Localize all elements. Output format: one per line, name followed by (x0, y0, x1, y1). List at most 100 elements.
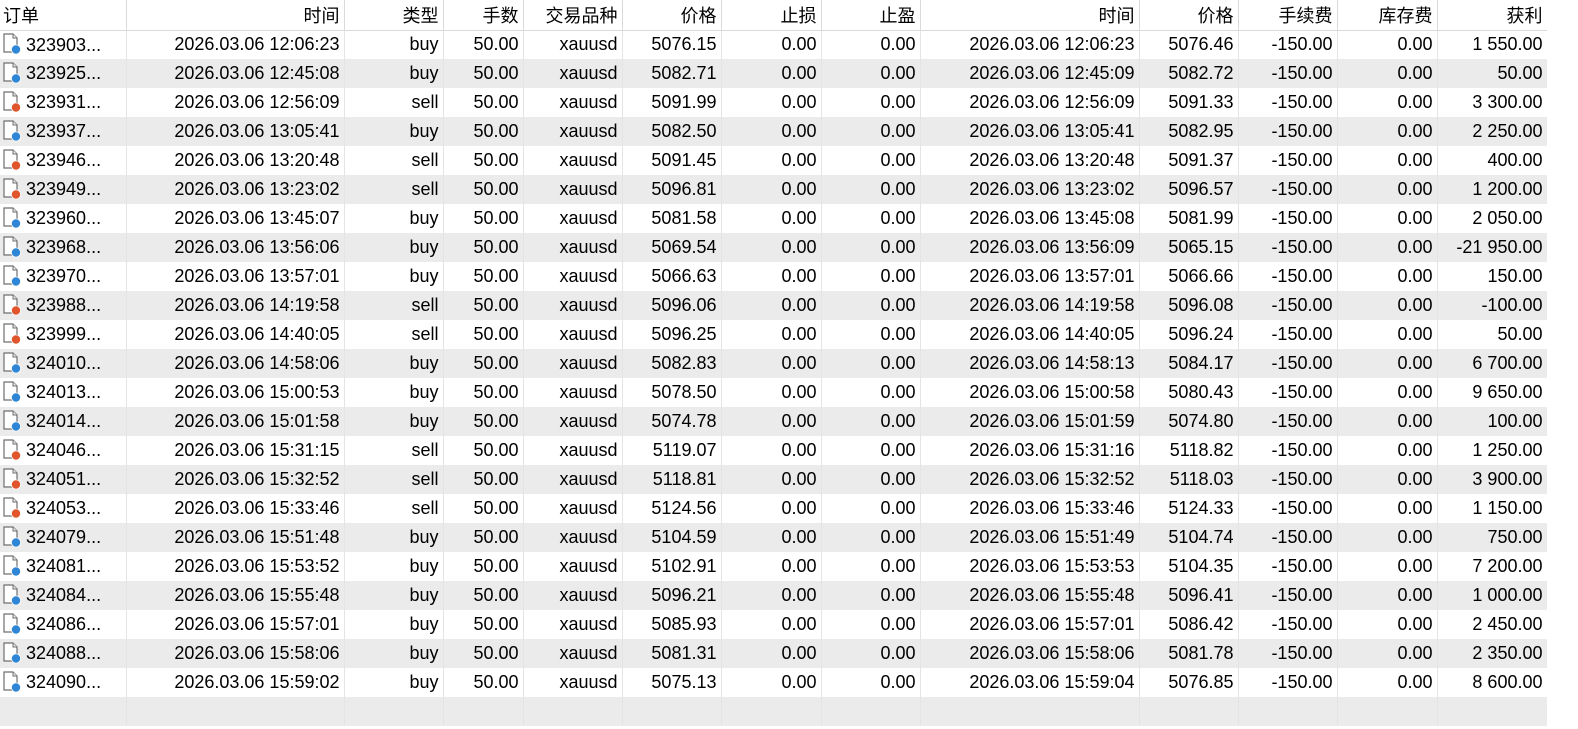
column-header-profit[interactable]: 获利 (1437, 0, 1548, 31)
table-row[interactable]: 324086... 2026.03.06 15:57:01 buy 50.00 xauu… (0, 610, 1548, 639)
stop-loss-cell: 0.00 (721, 523, 822, 552)
volume-cell: 50.00 (443, 552, 524, 581)
table-row[interactable]: 324013... 2026.03.06 15:00:53 buy 50.00 xauu… (0, 378, 1548, 407)
commission-cell: -150.00 (1238, 204, 1338, 233)
column-header-volume[interactable]: 手数 (443, 0, 524, 31)
type-cell: buy (344, 233, 444, 262)
open-price-cell: 5124.56 (622, 494, 722, 523)
type-cell: buy (344, 668, 444, 697)
open-price-cell: 5078.50 (622, 378, 722, 407)
column-header-type[interactable]: 类型 (344, 0, 444, 31)
table-row[interactable]: 324084... 2026.03.06 15:55:48 buy 50.00 xauu… (0, 581, 1548, 610)
stop-loss-cell: 0.00 (721, 291, 822, 320)
column-header-open-time[interactable]: 时间 (126, 0, 345, 31)
table-row[interactable]: 324081... 2026.03.06 15:53:52 buy 50.00 xauu… (0, 552, 1548, 581)
table-row[interactable]: 324051... 2026.03.06 15:32:52 sell 50.00 xau… (0, 465, 1548, 494)
ticket-cell: 323999... (0, 320, 127, 349)
stop-loss-cell: 0.00 (721, 88, 822, 117)
stop-loss-cell: 0.00 (721, 30, 822, 59)
type-cell: sell (344, 88, 444, 117)
ticket-number: 323946... (26, 150, 102, 171)
column-header-commission[interactable]: 手续费 (1238, 0, 1338, 31)
ticket-number: 323931... (26, 92, 102, 113)
table-row[interactable]: 324088... 2026.03.06 15:58:06 buy 50.00 xauu… (0, 639, 1548, 668)
ticket-number: 324014... (26, 411, 102, 432)
take-profit-cell: 0.00 (821, 117, 921, 146)
commission-cell: -150.00 (1238, 146, 1338, 175)
close-price-cell: 5124.33 (1139, 494, 1239, 523)
table-row[interactable]: 324090... 2026.03.06 15:59:02 buy 50.00 xauu… (0, 668, 1548, 697)
volume-cell: 50.00 (443, 30, 524, 59)
symbol-cell: xauusd (523, 378, 623, 407)
column-header-open-price[interactable]: 价格 (622, 0, 722, 31)
stop-loss-cell: 0.00 (721, 349, 822, 378)
ticket-number: 323999... (26, 324, 102, 345)
empty-cell (1238, 697, 1338, 726)
table-row[interactable]: 323903... 2026.03.06 12:06:23 buy 50.00 xauu… (0, 30, 1548, 59)
profit-cell: -21 950.00 (1437, 233, 1548, 262)
open-time-cell: 2026.03.06 15:58:06 (126, 639, 345, 668)
open-price-cell: 5074.78 (622, 407, 722, 436)
table-row[interactable]: 324014... 2026.03.06 15:01:58 buy 50.00 xauu… (0, 407, 1548, 436)
table-row[interactable]: 324079... 2026.03.06 15:51:48 buy 50.00 xauu… (0, 523, 1548, 552)
table-row[interactable]: 323999... 2026.03.06 14:40:05 sell 50.00 xau… (0, 320, 1548, 349)
table-row[interactable]: 323970... 2026.03.06 13:57:01 buy 50.00 xauu… (0, 262, 1548, 291)
open-price-cell: 5096.81 (622, 175, 722, 204)
swap-cell: 0.00 (1337, 523, 1438, 552)
column-header-take-profit[interactable]: 止盈 (821, 0, 921, 31)
empty-cell (1337, 697, 1438, 726)
commission-cell: -150.00 (1238, 523, 1338, 552)
table-row[interactable]: 323968... 2026.03.06 13:56:06 buy 50.00 xauu… (0, 233, 1548, 262)
open-time-cell: 2026.03.06 14:19:58 (126, 291, 345, 320)
symbol-cell: xauusd (523, 581, 623, 610)
ticket-number: 324079... (26, 527, 102, 548)
volume-cell: 50.00 (443, 378, 524, 407)
column-header-ticket[interactable]: 订单 (0, 0, 127, 31)
buy-order-icon (2, 236, 22, 258)
column-header-close-time[interactable]: 时间 (920, 0, 1140, 31)
symbol-cell: xauusd (523, 668, 623, 697)
open-price-cell: 5096.21 (622, 581, 722, 610)
open-time-cell: 2026.03.06 15:59:02 (126, 668, 345, 697)
table-row[interactable]: 324010... 2026.03.06 14:58:06 buy 50.00 xauu… (0, 349, 1548, 378)
open-price-cell: 5091.45 (622, 146, 722, 175)
column-header-close-price[interactable]: 价格 (1139, 0, 1239, 31)
type-cell: buy (344, 349, 444, 378)
close-price-cell: 5096.08 (1139, 291, 1239, 320)
table-row[interactable]: 323960... 2026.03.06 13:45:07 buy 50.00 xauu… (0, 204, 1548, 233)
close-time-cell: 2026.03.06 12:06:23 (920, 30, 1140, 59)
ticket-number: 324081... (26, 556, 102, 577)
table-row[interactable]: 324046... 2026.03.06 15:31:15 sell 50.00 xau… (0, 436, 1548, 465)
close-time-cell: 2026.03.06 15:57:01 (920, 610, 1140, 639)
close-time-cell: 2026.03.06 15:01:59 (920, 407, 1140, 436)
column-header-stop-loss[interactable]: 止损 (721, 0, 822, 31)
table-row[interactable]: 323931... 2026.03.06 12:56:09 sell 50.00 xau… (0, 88, 1548, 117)
ticket-number: 323968... (26, 237, 102, 258)
symbol-cell: xauusd (523, 349, 623, 378)
symbol-cell: xauusd (523, 436, 623, 465)
trade-history-table: 订单 时间 类型 手数 交易品种 价格 止损 止盈 时间 价格 手续费 库存费 … (0, 0, 1548, 726)
symbol-cell: xauusd (523, 494, 623, 523)
table-row[interactable]: 323946... 2026.03.06 13:20:48 sell 50.00 xau… (0, 146, 1548, 175)
close-price-cell: 5096.41 (1139, 581, 1239, 610)
sell-order-icon (2, 497, 22, 519)
column-header-symbol[interactable]: 交易品种 (523, 0, 623, 31)
table-row[interactable]: 323937... 2026.03.06 13:05:41 buy 50.00 xauu… (0, 117, 1548, 146)
ticket-number: 324088... (26, 643, 102, 664)
symbol-cell: xauusd (523, 320, 623, 349)
table-row-partial[interactable] (0, 697, 1548, 726)
empty-cell (622, 697, 722, 726)
table-row[interactable]: 323988... 2026.03.06 14:19:58 sell 50.00 xau… (0, 291, 1548, 320)
ticket-cell: 324046... (0, 436, 127, 465)
column-header-swap[interactable]: 库存费 (1337, 0, 1438, 31)
type-cell: sell (344, 175, 444, 204)
type-cell: sell (344, 465, 444, 494)
open-time-cell: 2026.03.06 13:45:07 (126, 204, 345, 233)
ticket-cell: 323970... (0, 262, 127, 291)
table-row[interactable]: 324053... 2026.03.06 15:33:46 sell 50.00 xau… (0, 494, 1548, 523)
table-row[interactable]: 323949... 2026.03.06 13:23:02 sell 50.00 xau… (0, 175, 1548, 204)
table-row[interactable]: 323925... 2026.03.06 12:45:08 buy 50.00 xauu… (0, 59, 1548, 88)
swap-cell: 0.00 (1337, 610, 1438, 639)
swap-cell: 0.00 (1337, 552, 1438, 581)
open-time-cell: 2026.03.06 15:31:15 (126, 436, 345, 465)
